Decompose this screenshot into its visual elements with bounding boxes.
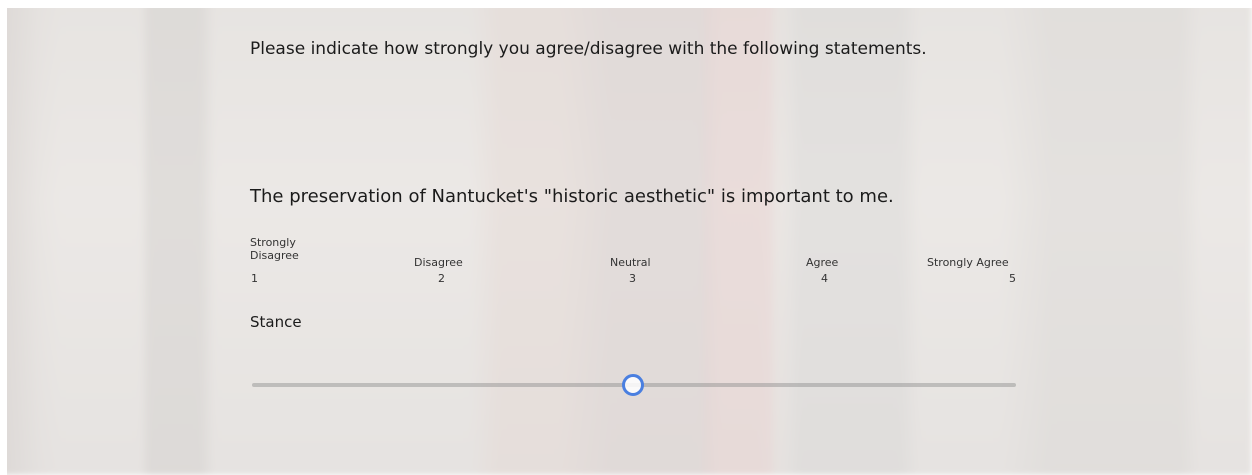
question-text: The preservation of Nantucket's "histori… [250, 186, 894, 207]
scale-label-3: Neutral [610, 256, 651, 269]
scale-number-5: 5 [1009, 272, 1016, 285]
scale-number-1: 1 [251, 272, 258, 285]
scale-label-2: Disagree [414, 256, 463, 269]
survey-question: Please indicate how strongly you agree/d… [0, 0, 1252, 475]
scale-number-2: 2 [438, 272, 445, 285]
scale-label-4: Agree [806, 256, 839, 269]
scale-number-3: 3 [629, 272, 636, 285]
scale-label-1: Strongly Disagree [250, 236, 299, 262]
scale-number-4: 4 [821, 272, 828, 285]
slider-label: Stance [250, 313, 302, 331]
scale-label-5: Strongly Agree [927, 256, 1009, 269]
instructions-text: Please indicate how strongly you agree/d… [250, 39, 927, 59]
stance-slider-handle[interactable] [622, 374, 644, 396]
